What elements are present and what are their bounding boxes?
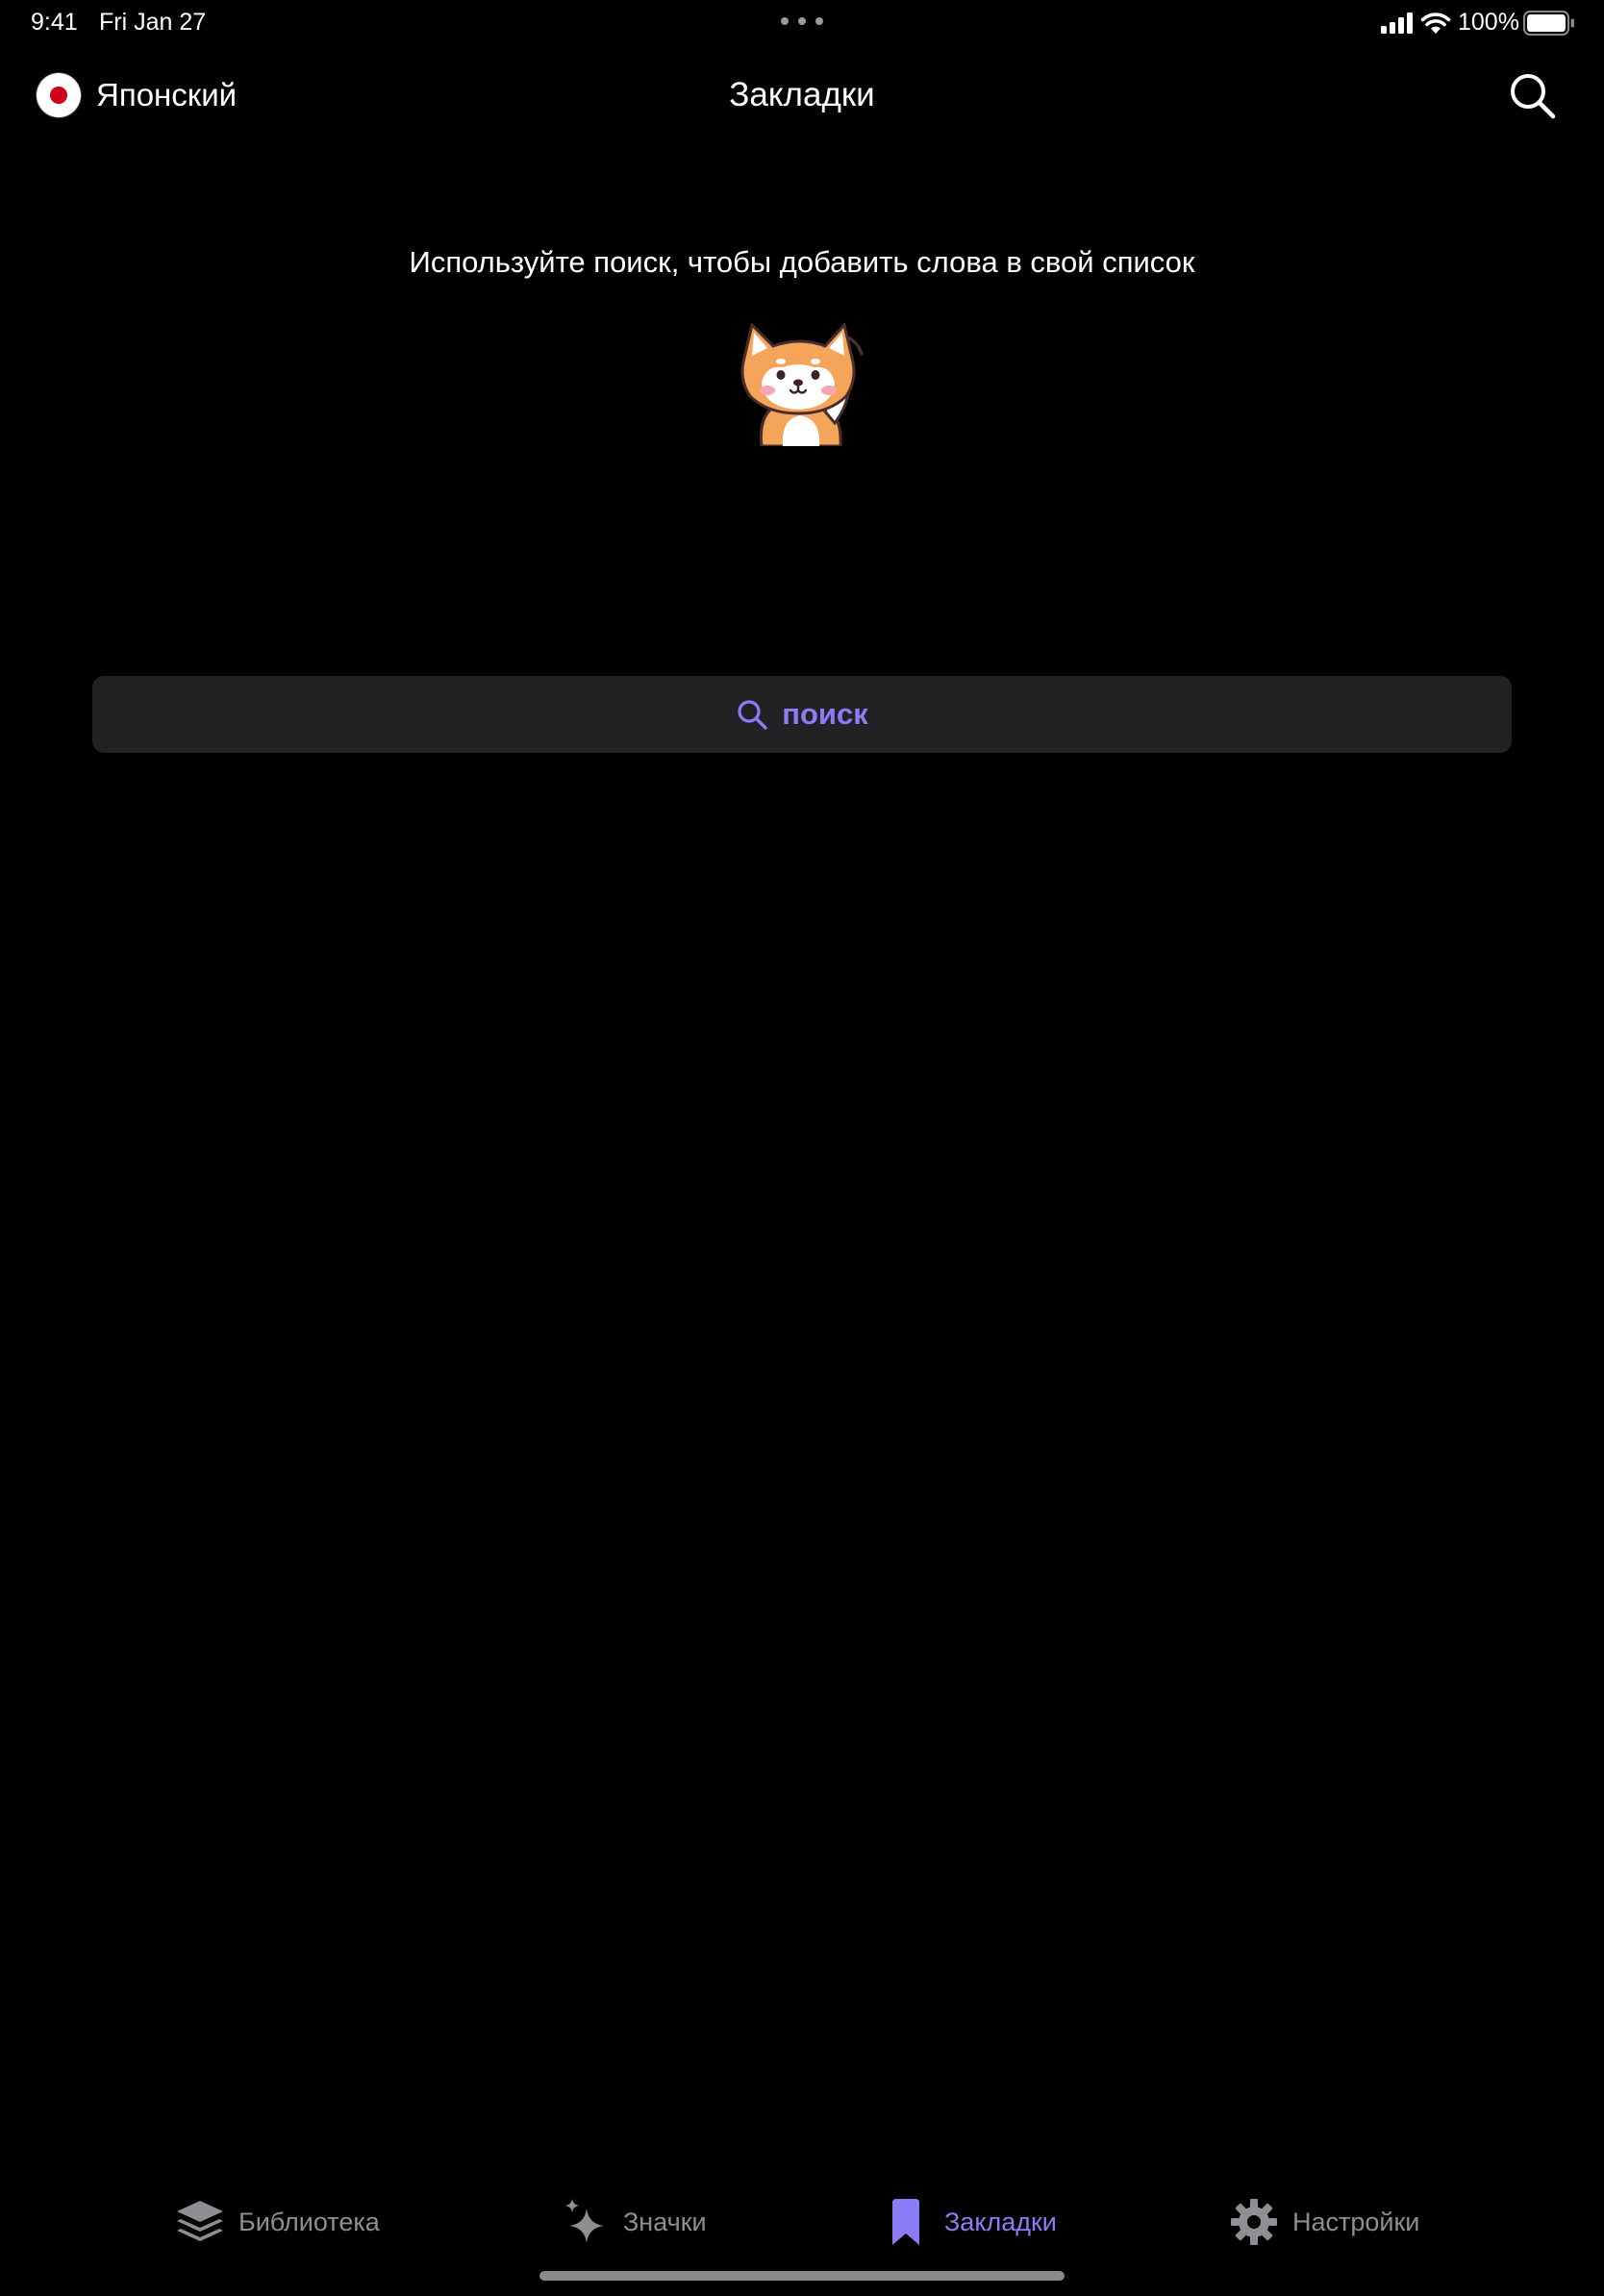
- tab-settings[interactable]: Настройки: [1229, 2188, 1419, 2256]
- battery-icon: [1523, 11, 1574, 36]
- wifi-icon: [1420, 12, 1451, 34]
- battery-percentage: 100%: [1458, 9, 1519, 36]
- multitasking-dots-icon[interactable]: [781, 17, 823, 25]
- home-indicator[interactable]: [539, 2271, 1065, 2281]
- empty-state-hint: Используйте поиск, чтобы добавить слова …: [409, 245, 1195, 279]
- tab-label: Закладки: [944, 2207, 1057, 2236]
- tab-badges[interactable]: Значки: [560, 2188, 707, 2256]
- tab-label: Библиотека: [238, 2207, 380, 2236]
- tab-library[interactable]: Библиотека: [175, 2188, 380, 2256]
- shiba-dog-mascot-icon: [740, 321, 864, 446]
- tab-bar: Библиотека Значки Закладки Настройки: [0, 2188, 1604, 2256]
- sparkle-icon: [565, 2199, 604, 2243]
- page-title: Закладки: [729, 76, 875, 113]
- tab-bookmarks[interactable]: Закладки: [881, 2188, 1057, 2256]
- status-bar: 9:41 Fri Jan 27 100%: [0, 0, 1604, 46]
- cellular-signal-icon: [1381, 12, 1413, 34]
- gear-icon: [1231, 2199, 1277, 2245]
- search-button-label: поиск: [782, 697, 868, 731]
- bookmark-icon: [892, 2199, 919, 2245]
- search-icon: [738, 700, 767, 730]
- tab-label: Значки: [623, 2207, 707, 2236]
- search-button[interactable]: поиск: [92, 676, 1512, 753]
- status-time: 9:41: [31, 9, 78, 36]
- search-icon[interactable]: [1506, 69, 1558, 121]
- tab-label: Настройки: [1292, 2207, 1420, 2236]
- status-date: Fri Jan 27: [99, 9, 207, 36]
- layers-icon: [177, 2201, 223, 2241]
